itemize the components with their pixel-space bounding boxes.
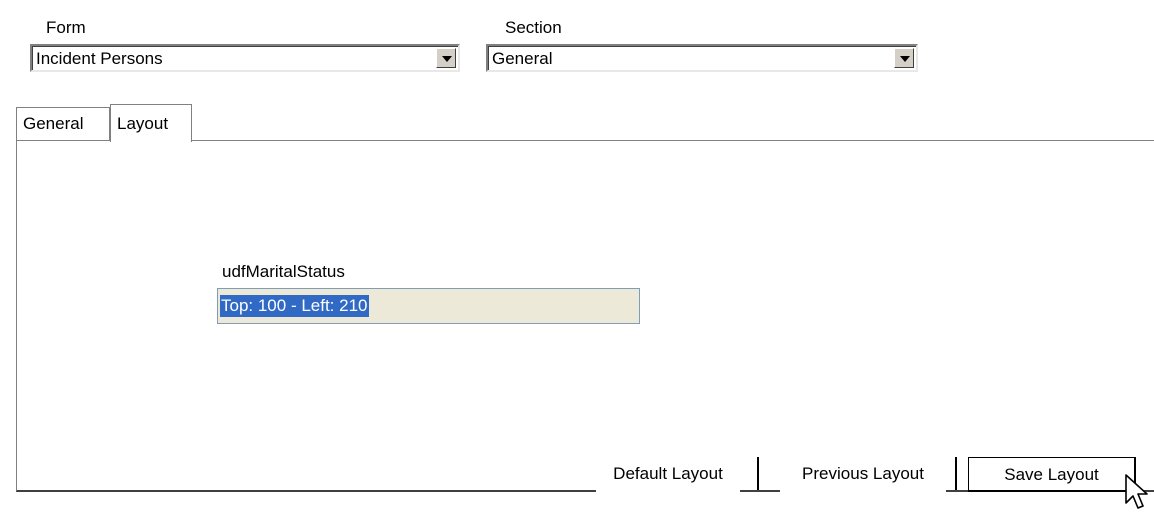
tab-general[interactable]: General [16,107,110,141]
form-select-value: Incident Persons [36,49,163,68]
position-field[interactable]: Top: 100 - Left: 210 [217,288,640,324]
section-select[interactable]: General [486,44,918,72]
button-divider [955,457,957,490]
tab-layout[interactable]: Layout [110,104,192,142]
chevron-down-icon[interactable] [436,48,456,68]
section-select-value: General [492,49,553,68]
form-select[interactable]: Incident Persons [30,44,460,72]
chevron-down-icon[interactable] [894,48,914,68]
mouse-pointer-icon [1125,474,1148,509]
previous-layout-button[interactable]: Previous Layout [780,457,946,492]
save-layout-button[interactable]: Save Layout [968,457,1136,492]
default-layout-button[interactable]: Default Layout [596,457,740,492]
section-label: Section [505,18,562,37]
form-label: Form [46,18,86,37]
position-field-text: Top: 100 - Left: 210 [220,295,369,317]
button-divider [757,457,759,490]
field-label: udfMaritalStatus [222,262,345,281]
